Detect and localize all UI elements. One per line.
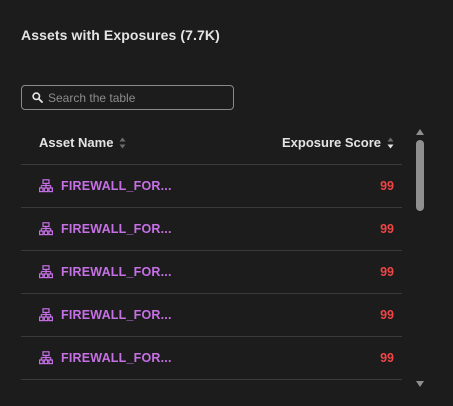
table-row[interactable]: FIREWALL_FOR... 99 bbox=[21, 208, 402, 251]
panel-title: Assets with Exposures (7.7K) bbox=[21, 27, 220, 43]
network-tree-icon bbox=[39, 308, 53, 322]
scroll-down-arrow-icon[interactable] bbox=[415, 376, 425, 387]
table-header: Asset Name Exposure Score bbox=[21, 122, 402, 165]
asset-cell: FIREWALL_FOR... bbox=[39, 265, 172, 279]
exposure-score: 99 bbox=[380, 351, 394, 365]
table-row[interactable]: FIREWALL_FOR... 99 bbox=[21, 294, 402, 337]
search-icon bbox=[31, 92, 43, 104]
network-tree-icon bbox=[39, 179, 53, 193]
asset-cell: FIREWALL_FOR... bbox=[39, 179, 172, 193]
search-input[interactable] bbox=[48, 90, 228, 105]
assets-with-exposures-panel: Assets with Exposures (7.7K) Asset Name bbox=[0, 0, 453, 406]
network-tree-icon bbox=[39, 222, 53, 236]
sort-descending-icon[interactable] bbox=[387, 137, 394, 149]
exposure-score: 99 bbox=[380, 265, 394, 279]
asset-link[interactable]: FIREWALL_FOR... bbox=[61, 222, 172, 236]
asset-link[interactable]: FIREWALL_FOR... bbox=[61, 351, 172, 365]
sort-unsorted-icon[interactable] bbox=[119, 137, 126, 149]
asset-link[interactable]: FIREWALL_FOR... bbox=[61, 179, 172, 193]
column-header-label: Asset Name bbox=[39, 135, 114, 150]
table-row[interactable]: FIREWALL_FOR... 99 bbox=[21, 251, 402, 294]
assets-table: Asset Name Exposure Score FIREWALL_FOR..… bbox=[21, 122, 402, 380]
exposure-score: 99 bbox=[380, 222, 394, 236]
column-header-asset-name[interactable]: Asset Name bbox=[39, 135, 126, 150]
asset-cell: FIREWALL_FOR... bbox=[39, 351, 172, 365]
table-scrollbar[interactable] bbox=[412, 124, 428, 387]
column-header-exposure-score[interactable]: Exposure Score bbox=[282, 135, 394, 150]
asset-link[interactable]: FIREWALL_FOR... bbox=[61, 265, 172, 279]
search-field[interactable] bbox=[21, 85, 234, 110]
asset-link[interactable]: FIREWALL_FOR... bbox=[61, 308, 172, 322]
exposure-score: 99 bbox=[380, 308, 394, 322]
exposure-score: 99 bbox=[380, 179, 394, 193]
scrollbar-thumb[interactable] bbox=[416, 140, 424, 211]
network-tree-icon bbox=[39, 351, 53, 365]
table-row[interactable]: FIREWALL_FOR... 99 bbox=[21, 337, 402, 380]
table-row[interactable]: FIREWALL_FOR... 99 bbox=[21, 165, 402, 208]
column-header-label: Exposure Score bbox=[282, 135, 381, 150]
asset-cell: FIREWALL_FOR... bbox=[39, 222, 172, 236]
scroll-up-arrow-icon[interactable] bbox=[415, 124, 425, 135]
asset-cell: FIREWALL_FOR... bbox=[39, 308, 172, 322]
network-tree-icon bbox=[39, 265, 53, 279]
